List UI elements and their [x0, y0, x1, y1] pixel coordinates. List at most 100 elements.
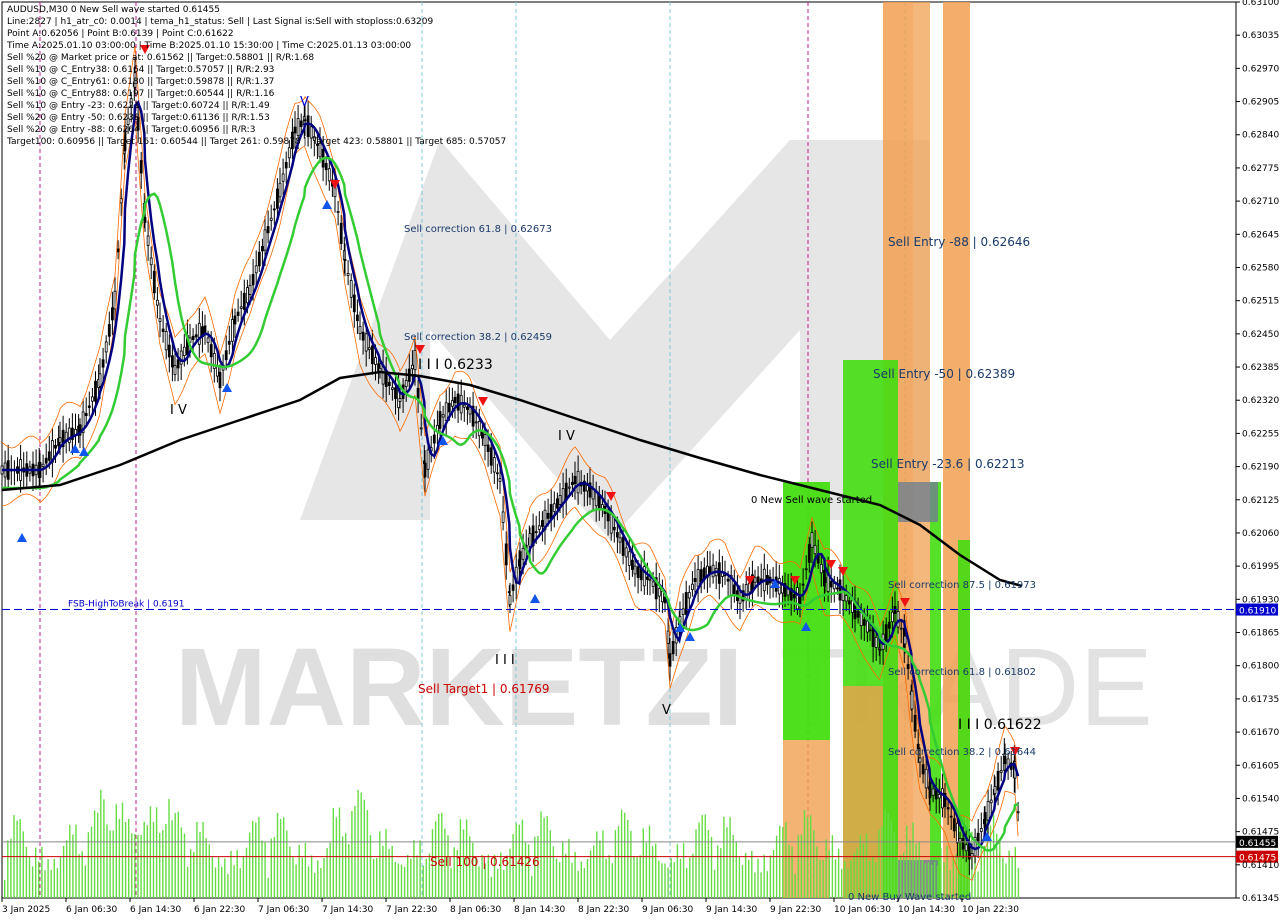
candle-body	[358, 326, 362, 334]
candle-body	[107, 324, 111, 337]
volume-bar	[314, 872, 316, 898]
candle-body	[161, 328, 165, 333]
volume-bar	[636, 857, 638, 898]
chart-annotation: Sell correction 61.8 | 0.62673	[404, 224, 552, 235]
y-tick-label: 0.61605	[1242, 761, 1279, 771]
x-tick-label: 9 Jan 22:30	[770, 905, 822, 915]
volume-bar	[196, 821, 198, 898]
volume-bar	[44, 870, 46, 898]
candle-body	[896, 611, 900, 628]
info-line: Sell %20 @ Entry -50: 0.6238 || Target:0…	[7, 113, 270, 123]
y-tick-label: 0.62125	[1242, 496, 1279, 506]
candle-body	[492, 457, 496, 473]
volume-bar	[605, 858, 607, 898]
candle-body	[501, 511, 505, 523]
volume-bar	[844, 861, 846, 898]
volume-bar	[779, 825, 781, 898]
volume-bar	[667, 867, 669, 898]
volume-bar	[348, 844, 350, 898]
y-tick-label: 0.61345	[1242, 894, 1279, 904]
volume-bar	[915, 843, 917, 898]
x-tick-label: 8 Jan 06:30	[450, 905, 502, 915]
candle-body	[874, 636, 878, 648]
volume-bar	[527, 844, 530, 898]
volume-bar	[726, 827, 728, 898]
volume-bar	[450, 868, 452, 898]
volume-bar	[630, 830, 632, 898]
candle-body	[687, 591, 691, 599]
info-panel: AUDUSD,M30 0 New Sell wave started 0.614…	[7, 4, 506, 148]
candle-body	[528, 533, 532, 547]
candle-body	[182, 346, 186, 357]
candle-body	[648, 578, 652, 582]
candle-body	[91, 396, 94, 402]
candle-body	[597, 495, 601, 510]
volume-bar	[186, 866, 189, 898]
volume-bar	[193, 852, 195, 898]
candle-body	[251, 273, 255, 286]
candle-body	[278, 182, 282, 198]
candle-body	[370, 345, 374, 365]
volume-bar	[686, 867, 688, 898]
candle-body	[521, 547, 525, 560]
candle-body	[983, 812, 987, 828]
volume-bar	[242, 855, 245, 898]
volume-bar	[732, 834, 734, 898]
volume-bar	[472, 842, 474, 898]
chart-annotation: Sell Target1 | 0.61769	[418, 682, 550, 696]
candle-body	[352, 294, 356, 313]
volume-bar	[25, 846, 28, 898]
volume-bar	[360, 792, 362, 898]
volume-bar	[828, 850, 830, 898]
volume-bar	[270, 838, 272, 898]
x-tick-label: 7 Jan 06:30	[258, 905, 310, 915]
volume-bar	[385, 828, 387, 898]
volume-bar	[490, 876, 493, 898]
x-tick-label: 6 Jan 22:30	[194, 905, 246, 915]
volume-bar	[149, 806, 152, 898]
candle-body	[58, 437, 62, 443]
volume-bar	[562, 842, 564, 898]
volume-bar	[772, 850, 775, 898]
candle-body	[269, 217, 273, 221]
candle-body	[361, 331, 365, 341]
candle-body	[94, 380, 97, 402]
candle-body	[813, 544, 817, 555]
volume-bar	[624, 812, 626, 898]
candle-body	[537, 525, 541, 530]
volume-bar	[909, 839, 911, 898]
volume-bar	[410, 858, 412, 898]
candle-body	[970, 853, 974, 857]
y-tick-label: 0.61930	[1242, 595, 1279, 605]
volume-bar	[729, 817, 731, 898]
chart-annotation: I I I 0.6233	[418, 357, 493, 373]
volume-bar	[841, 868, 843, 898]
volume-bar	[642, 828, 644, 898]
volume-bar	[837, 848, 840, 898]
volume-bar	[763, 854, 765, 898]
candle-body	[636, 566, 640, 578]
volume-bar	[679, 858, 682, 898]
volume-bar	[205, 838, 207, 898]
volume-bar	[881, 826, 883, 898]
y-tick-label: 0.62255	[1242, 429, 1279, 439]
volume-bar	[713, 869, 716, 898]
volume-bar	[320, 868, 322, 898]
volume-bar	[62, 845, 65, 898]
volume-bar	[782, 826, 784, 898]
volume-bar	[97, 812, 99, 898]
candle-body	[489, 447, 493, 466]
candle-body	[474, 421, 478, 424]
volume-bar	[159, 833, 161, 898]
candle-body	[601, 504, 604, 509]
volume-bar	[292, 857, 294, 898]
volume-bar	[865, 833, 868, 898]
volume-bar	[670, 858, 672, 898]
volume-bar	[50, 869, 52, 898]
x-tick-label: 10 Jan 14:30	[898, 905, 955, 915]
volume-bar	[376, 857, 378, 898]
volume-bar	[524, 842, 527, 898]
candle-body	[423, 462, 427, 478]
volume-bar	[918, 841, 920, 898]
candle-body	[284, 162, 288, 169]
